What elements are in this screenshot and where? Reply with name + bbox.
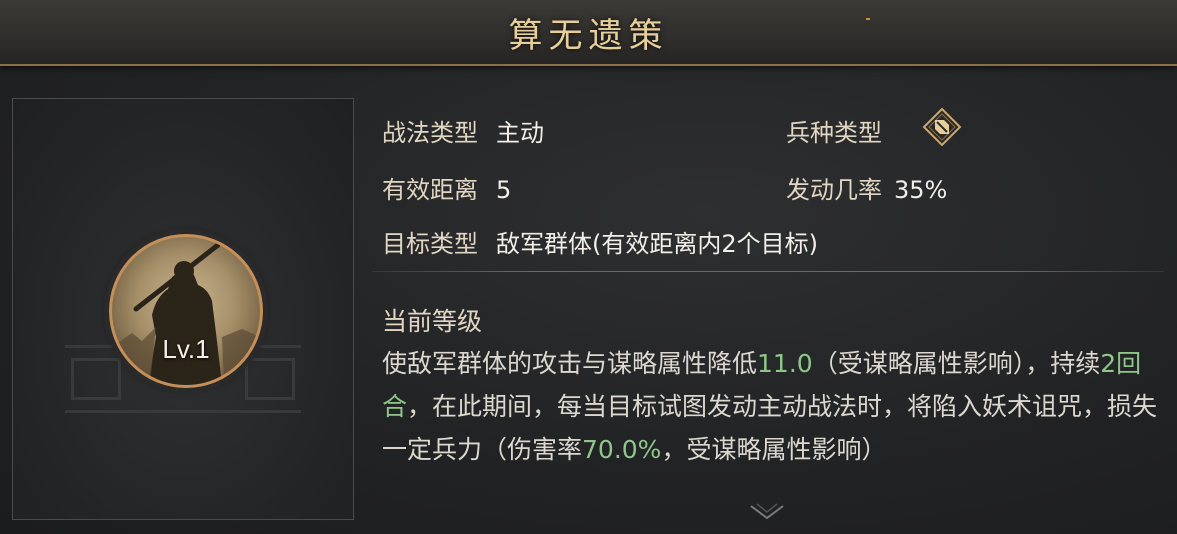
troop-type-icon[interactable] — [922, 107, 962, 147]
current-level-heading: 当前等级 — [382, 307, 483, 336]
effective-range-value: 5 — [496, 176, 512, 204]
target-type-label: 目标类型 — [382, 230, 478, 258]
trigger-rate-label: 发动几率 — [786, 176, 882, 204]
tactic-type-value: 主动 — [496, 119, 544, 147]
desc-text-4: ，受谋略属性影响） — [661, 435, 887, 464]
skill-description: 使敌军群体的攻击与谋略属性降低11.0（受谋略属性影响），持续2回合，在此期间，… — [382, 342, 1162, 471]
desc-value-damage-rate: 70.0% — [582, 435, 662, 464]
chevron-down-icon[interactable] — [747, 502, 787, 522]
troop-type-label: 兵种类型 — [786, 119, 882, 147]
effective-range-label: 有效距离 — [382, 176, 478, 204]
tactic-type-label: 战法类型 — [382, 119, 478, 147]
skill-title: 算无遗策 — [508, 16, 669, 56]
effective-range-row: 有效距离 5 — [382, 170, 511, 205]
level-badge: Lv.1 — [162, 334, 210, 364]
divider — [372, 271, 1164, 272]
troop-type-row: 兵种类型 — [786, 113, 882, 148]
ember-decoration — [866, 18, 870, 20]
target-type-value: 敌军群体(有效距离内2个目标) — [496, 230, 818, 258]
tactic-type-row: 战法类型 主动 — [382, 113, 544, 148]
header-bar: 算无遗策 — [0, 0, 1177, 66]
desc-text-2: （受谋略属性影响），持续 — [812, 349, 1101, 378]
skill-icon-medallion: Lv.1 — [109, 234, 263, 388]
target-type-row: 目标类型 敌军群体(有效距离内2个目标) — [382, 224, 818, 259]
trigger-rate-value: 35% — [894, 176, 948, 204]
desc-value-reduction: 11.0 — [757, 349, 813, 378]
trigger-rate-row: 发动几率 35% — [786, 170, 947, 205]
desc-text-1: 使敌军群体的攻击与谋略属性降低 — [382, 349, 758, 378]
skill-portrait-panel: Lv.1 — [12, 98, 354, 520]
